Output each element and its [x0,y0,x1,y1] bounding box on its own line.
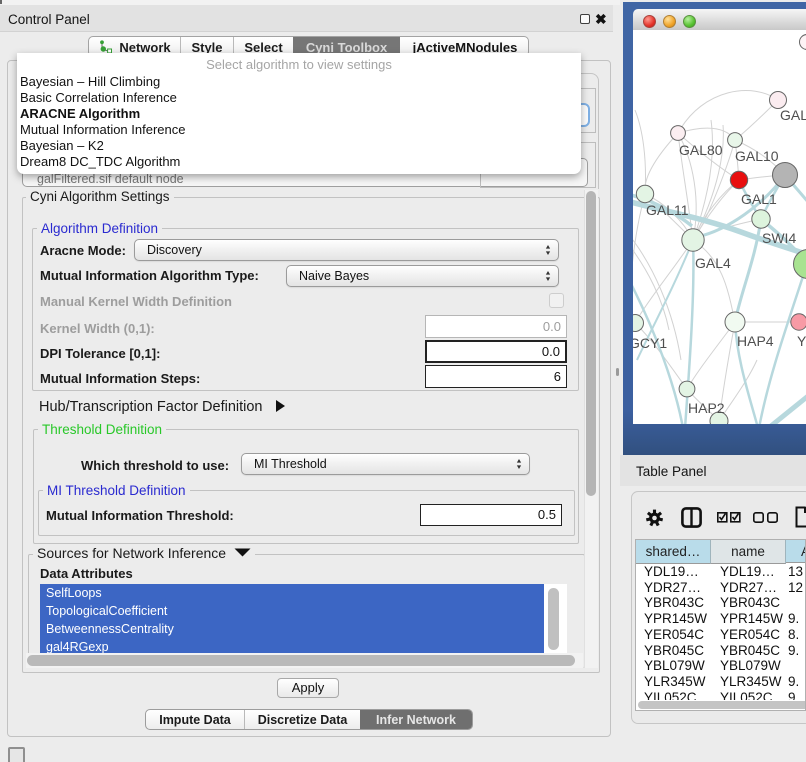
svg-text:SWI4: SWI4 [762,230,796,246]
svg-text:GAL10: GAL10 [735,148,779,164]
svg-text:Y: Y [797,333,806,349]
svg-text:GAL1: GAL1 [741,191,777,207]
svg-text:GAL: GAL [780,107,806,123]
svg-text:GAL80: GAL80 [679,142,723,158]
svg-text:HAP4: HAP4 [737,333,774,349]
svg-text:GAL4: GAL4 [695,255,731,271]
svg-text:GAL11: GAL11 [646,202,689,218]
svg-text:HAP2: HAP2 [688,400,725,416]
svg-text:GCY1: GCY1 [633,335,667,351]
